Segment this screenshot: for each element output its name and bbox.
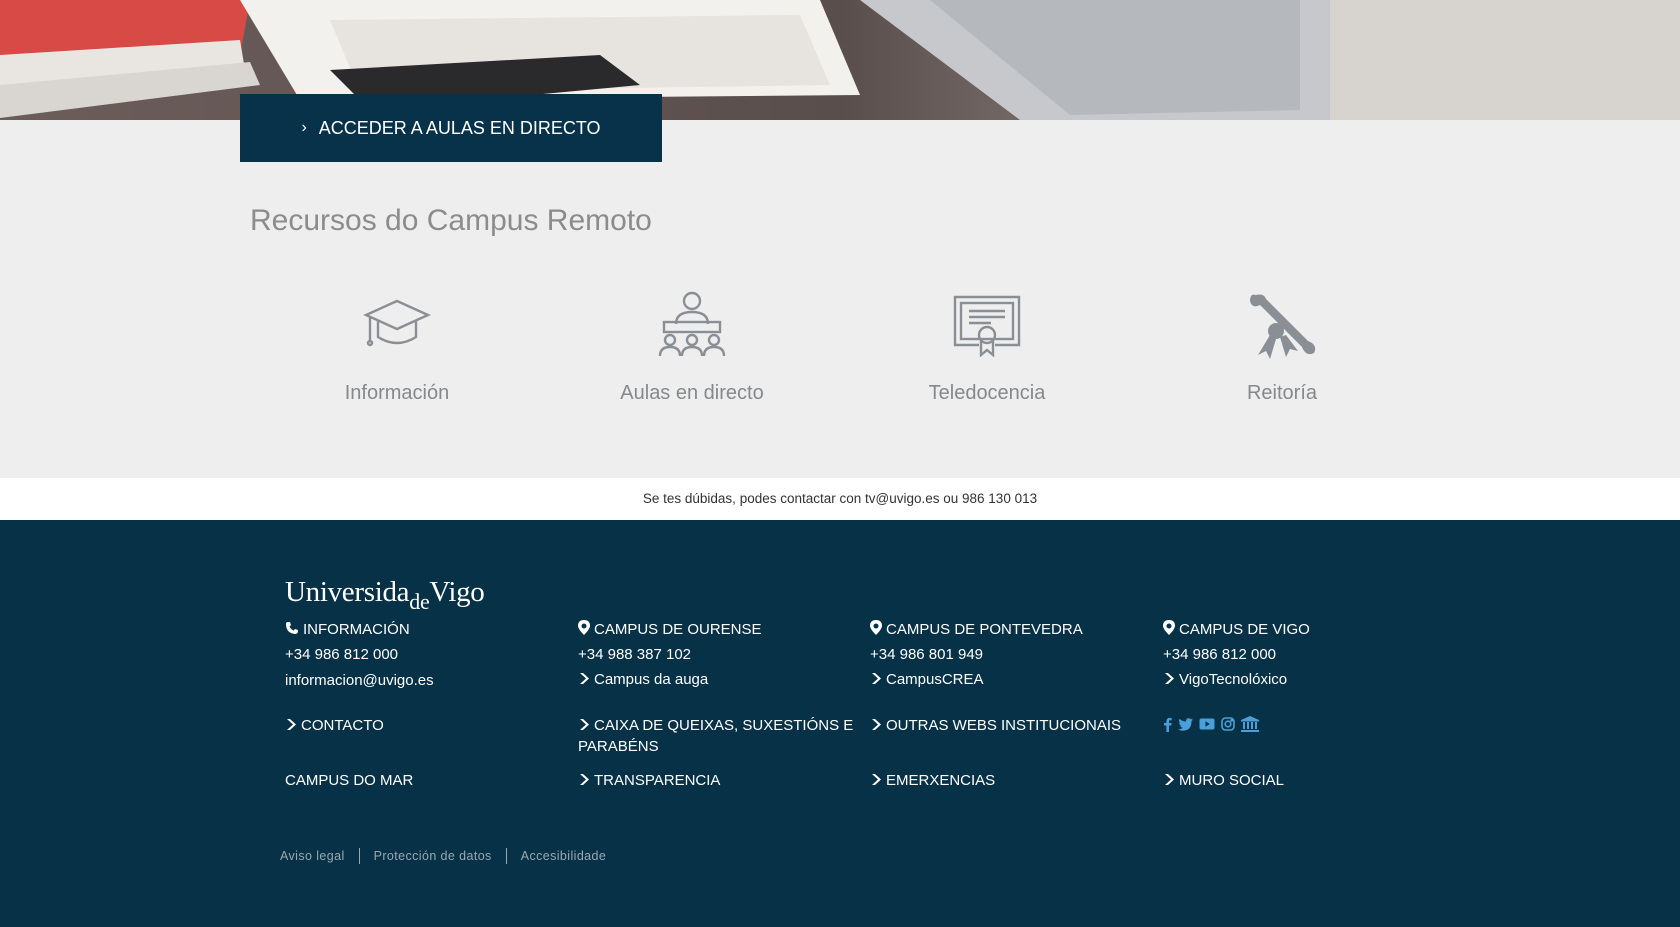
section-title: Recursos do Campus Remoto — [250, 204, 652, 237]
map-pin-icon — [1163, 620, 1175, 641]
pontevedra-heading: CAMPUS DE PONTEVEDRA — [870, 620, 1083, 641]
data-protection-link[interactable]: Protección de datos — [360, 849, 506, 863]
contact-bar: Se tes dúbidas, podes contactar con tv@u… — [0, 478, 1680, 520]
accessibility-link[interactable]: Accesibilidade — [507, 849, 621, 863]
chevron-right-icon — [578, 671, 590, 691]
chevron-right-icon — [578, 772, 590, 792]
instagram-icon[interactable] — [1221, 717, 1235, 731]
ourense-phone: +34 988 387 102 — [578, 646, 692, 663]
facebook-icon[interactable] — [1163, 717, 1172, 732]
vigo-heading: CAMPUS DE VIGO — [1163, 620, 1310, 641]
certificate-icon — [857, 285, 1117, 365]
chevron-right-icon: › — [301, 119, 307, 136]
resource-label: Teledocencia — [928, 382, 1046, 404]
site-footer: UniversidadeVigo INFORMACIÓN +34 986 812… — [0, 520, 1680, 927]
chevron-right-icon — [285, 717, 297, 737]
vigotecnoloxico-link[interactable]: VigoTecnolóxico — [1163, 670, 1287, 691]
info-email-link[interactable]: informacion@uvigo.es — [285, 671, 434, 691]
resource-teledocencia[interactable]: Teledocencia — [857, 285, 1117, 405]
chevron-right-icon — [870, 717, 882, 737]
legal-notice-link[interactable]: Aviso legal — [280, 849, 359, 863]
info-phone: +34 986 812 000 — [285, 646, 399, 663]
resource-label: Reitoría — [1246, 382, 1318, 404]
contact-link[interactable]: CONTACTO — [285, 716, 384, 737]
campus-do-mar-link[interactable]: CAMPUS DO MAR — [285, 771, 413, 791]
resource-label: Aulas en directo — [620, 382, 764, 404]
social-links — [1163, 716, 1259, 732]
contact-text: Se tes dúbidas, podes contactar con tv@u… — [642, 491, 1038, 506]
access-live-classes-button[interactable]: › ACCEDER A AULAS EN DIRECTO — [240, 94, 662, 162]
pontevedra-phone: +34 986 801 949 — [870, 646, 984, 663]
ourense-heading: CAMPUS DE OURENSE — [578, 620, 762, 641]
graduation-cap-icon — [267, 285, 527, 365]
social-wall-link[interactable]: MURO SOCIAL — [1163, 771, 1284, 792]
university-logo[interactable]: UniversidadeVigo — [285, 576, 485, 614]
transparency-link[interactable]: TRANSPARENCIA — [578, 771, 720, 792]
chevron-right-icon — [870, 772, 882, 792]
resource-aulas-en-directo[interactable]: Aulas en directo — [562, 285, 822, 405]
other-institutional-webs-link[interactable]: OUTRAS WEBS INSTITUCIONAIS — [870, 716, 1121, 737]
access-live-classes-label: ACCEDER A AULAS EN DIRECTO — [318, 117, 601, 138]
classroom-icon — [562, 285, 822, 365]
emergencies-link[interactable]: EMERXENCIAS — [870, 771, 995, 792]
chevron-right-icon — [1163, 772, 1175, 792]
resource-reitoria[interactable]: Reitoría — [1152, 285, 1412, 405]
institution-icon[interactable] — [1241, 716, 1259, 732]
resource-informacion[interactable]: Información — [267, 285, 527, 405]
chevron-right-icon — [1163, 671, 1175, 691]
campus-da-auga-link[interactable]: Campus da auga — [578, 670, 708, 691]
legal-links: Aviso legal Protección de datos Accesibi… — [280, 848, 620, 864]
phone-icon — [285, 621, 299, 641]
vigo-phone: +34 986 812 000 — [1163, 646, 1277, 663]
map-pin-icon — [870, 620, 882, 641]
resource-label: Información — [344, 382, 450, 404]
campuscrea-link[interactable]: CampusCREA — [870, 670, 984, 691]
complaints-link[interactable]: CAIXA DE QUEIXAS, SUXESTIÓNS E PARABÉNS — [578, 716, 858, 757]
diploma-icon — [1152, 285, 1412, 365]
youtube-icon[interactable] — [1199, 718, 1215, 730]
info-heading: INFORMACIÓN — [285, 620, 410, 641]
twitter-icon[interactable] — [1178, 717, 1193, 731]
map-pin-icon — [578, 620, 590, 641]
chevron-right-icon — [870, 671, 882, 691]
chevron-right-icon — [578, 717, 590, 737]
